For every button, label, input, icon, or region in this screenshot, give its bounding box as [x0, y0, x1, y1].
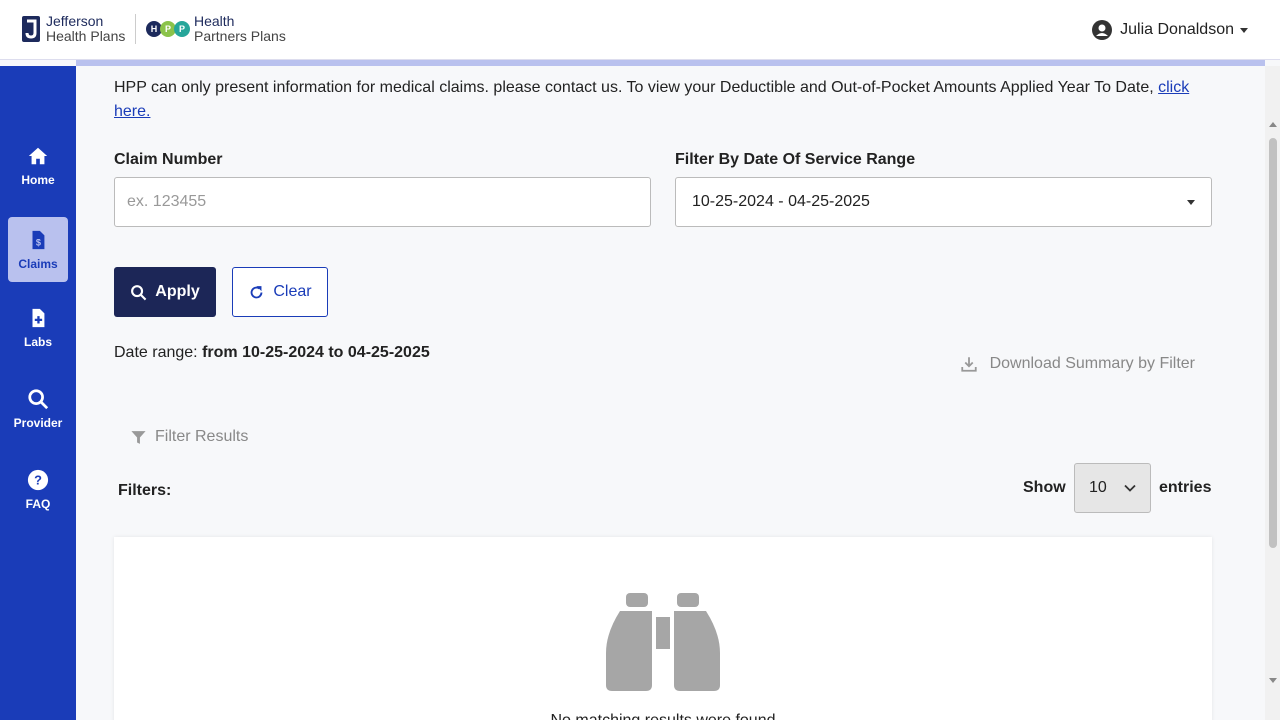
filter-results-label: Filter Results: [155, 428, 249, 445]
clear-button-label: Clear: [273, 283, 312, 300]
sidebar-item-faq[interactable]: ? FAQ: [8, 457, 68, 522]
svg-text:$: $: [36, 237, 41, 247]
refresh-icon: [251, 285, 263, 298]
sidebar-item-labs[interactable]: Labs: [8, 295, 68, 360]
hpp-logo-plans: Plans: [246, 28, 286, 44]
date-range-select-value: 10-25-2024 - 04-25-2025: [692, 193, 870, 210]
sidebar-item-home[interactable]: Home: [8, 133, 68, 198]
date-range-select[interactable]: 10-25-2024 - 04-25-2025: [675, 177, 1212, 227]
sidebar-item-label: Labs: [23, 334, 52, 349]
chevron-down-icon: [1124, 484, 1136, 492]
home-icon: [28, 147, 48, 164]
claim-number-label: Claim Number: [114, 151, 223, 168]
apply-button[interactable]: Apply: [114, 267, 216, 317]
hpp-logo-line1: Health: [194, 13, 235, 29]
no-results-message: No matching results were found: [114, 712, 1212, 720]
hpp-logo-mark: H P P: [146, 21, 190, 37]
search-icon: [131, 284, 147, 300]
filter-results-button[interactable]: Filter Results: [130, 428, 248, 446]
download-summary-button[interactable]: Download Summary by Filter: [960, 355, 1195, 373]
top-header: Jefferson Health Plans H P P Health Part…: [0, 0, 1280, 60]
jefferson-logo-icon: [22, 16, 40, 42]
binoculars-icon: [606, 593, 720, 691]
entries-label: entries: [1159, 479, 1212, 496]
date-range-value: from 10-25-2024 to 04-25-2025: [202, 344, 430, 361]
claim-number-input[interactable]: [114, 177, 651, 227]
search-icon: [28, 388, 49, 409]
hpp-logo[interactable]: H P P Health Partners Plans: [146, 14, 286, 44]
jefferson-logo-line2: Health Plans: [46, 28, 126, 44]
sidebar-item-label: Provider: [13, 415, 63, 430]
sidebar-item-claims[interactable]: $ Claims: [8, 217, 68, 282]
download-summary-label: Download Summary by Filter: [989, 355, 1195, 372]
sidebar-nav: Home $ Claims Labs Provider ? FAQ: [0, 66, 76, 720]
clear-button[interactable]: Clear: [232, 267, 328, 317]
jefferson-logo-line1: Jefferson: [46, 13, 104, 29]
question-icon: ?: [27, 469, 49, 490]
show-label: Show: [1023, 479, 1066, 496]
sidebar-item-provider[interactable]: Provider: [8, 376, 68, 441]
entries-select-value: 10: [1089, 479, 1107, 496]
page-scrollbar[interactable]: [1265, 66, 1280, 720]
results-panel: No matching results were found: [114, 537, 1212, 720]
sidebar-item-label: FAQ: [25, 496, 51, 511]
scrollbar-thumb[interactable]: [1269, 138, 1277, 548]
hpp-logo-partners: Partners: [194, 28, 247, 44]
svg-text:?: ?: [34, 472, 42, 487]
claims-notice: HPP can only present information for med…: [114, 76, 1214, 124]
user-menu-dropdown[interactable]: Julia Donaldson: [1092, 20, 1248, 40]
user-avatar-icon: [1092, 20, 1113, 40]
scroll-down-arrow-icon[interactable]: [1269, 678, 1277, 683]
download-icon: [960, 357, 977, 372]
apply-button-label: Apply: [155, 283, 200, 300]
hpp-dot-p2: P: [174, 21, 190, 37]
user-name: Julia Donaldson: [1120, 21, 1234, 38]
header-accent-line: [76, 60, 1265, 66]
entries-per-page-select[interactable]: 10: [1074, 463, 1151, 513]
caret-down-icon: [1187, 199, 1195, 205]
filters-label: Filters:: [118, 482, 172, 499]
scroll-up-arrow-icon[interactable]: [1269, 122, 1277, 127]
sidebar-item-label: Home: [21, 172, 55, 187]
jefferson-logo[interactable]: Jefferson Health Plans: [22, 14, 125, 44]
date-filter-label: Filter By Date Of Service Range: [675, 151, 916, 168]
logo-divider: [135, 14, 136, 44]
sidebar-item-label: Claims: [18, 256, 58, 271]
filter-icon: [131, 430, 146, 444]
notice-text: HPP can only present information for med…: [114, 79, 1159, 96]
labs-icon: [32, 308, 45, 327]
claims-icon: $: [32, 230, 45, 249]
hpp-logo-line2: Partners Plans: [194, 29, 286, 44]
date-range-summary: Date range: from 10-25-2024 to 04-25-202…: [114, 344, 430, 362]
date-range-prefix: Date range:: [114, 344, 203, 361]
caret-down-icon: [1240, 27, 1248, 33]
